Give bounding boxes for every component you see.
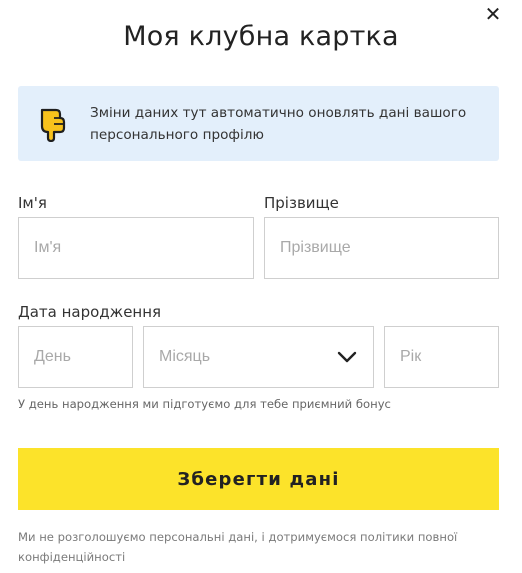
profile-sync-notice: Зміни даних тут автоматично оновлять дан…	[18, 86, 499, 161]
birth-year-field[interactable]	[384, 326, 499, 388]
birth-year-input[interactable]	[400, 348, 498, 366]
first-name-label: Ім'я	[18, 194, 47, 212]
last-name-input[interactable]	[280, 239, 498, 257]
privacy-note: Ми не розголошуємо персональні дані, і д…	[18, 530, 458, 564]
last-name-field[interactable]	[264, 217, 499, 279]
first-name-field[interactable]	[18, 217, 254, 279]
birth-day-field[interactable]	[18, 326, 133, 388]
birth-month-select[interactable]: Місяць	[143, 326, 374, 388]
chevron-down-icon	[337, 351, 357, 363]
last-name-label: Прізвище	[264, 194, 339, 212]
save-button[interactable]: Зберегти дані	[18, 448, 499, 510]
notice-text: Зміни даних тут автоматично оновлять дан…	[90, 105, 467, 143]
birthdate-label: Дата народження	[18, 303, 162, 321]
dialog-title: Моя клубна картка	[123, 21, 399, 52]
pointing-hand-icon	[40, 108, 66, 142]
birthday-bonus-hint: У день народження ми підготуємо для тебе…	[18, 397, 391, 411]
first-name-input[interactable]	[34, 239, 253, 257]
birth-day-input[interactable]	[34, 348, 132, 366]
birth-month-placeholder: Місяць	[159, 348, 211, 365]
